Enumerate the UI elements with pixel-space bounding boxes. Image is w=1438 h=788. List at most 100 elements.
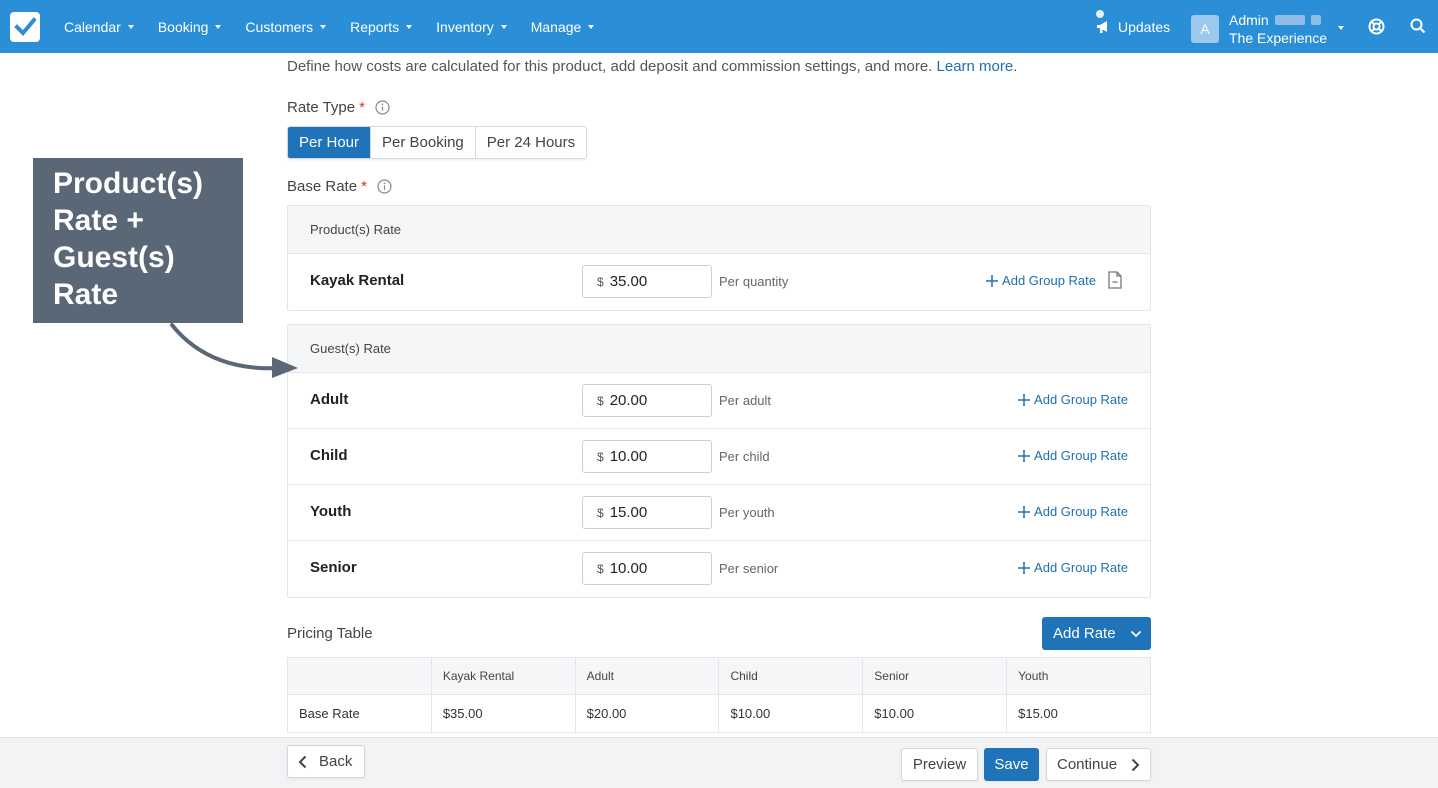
- rate-value: 35.00: [609, 273, 648, 290]
- main-nav: Calendar Booking Customers Reports Inven…: [52, 0, 606, 53]
- nav-reports[interactable]: Reports: [338, 19, 424, 35]
- learn-more-link[interactable]: Learn more: [937, 58, 1014, 75]
- intro-period: .: [1013, 58, 1018, 75]
- add-group-rate-label: Add Group Rate: [1034, 392, 1128, 407]
- intro-text: Define how costs are calculated for this…: [287, 58, 1017, 75]
- company-name: The Experience: [1229, 30, 1328, 46]
- nav-label: Inventory: [436, 18, 494, 35]
- rate-type-label-text: Rate Type: [287, 99, 356, 116]
- rate-row-senior: Senior $10.00 Per senior Add Group Rate: [288, 541, 1150, 597]
- help-lifebuoy-icon[interactable]: [1368, 18, 1385, 35]
- add-group-rate-label: Add Group Rate: [1034, 504, 1128, 519]
- currency-symbol: $: [597, 561, 604, 576]
- table-header-cell: Youth: [1006, 657, 1151, 695]
- rate-type-per-booking[interactable]: Per Booking: [371, 127, 476, 158]
- add-group-rate-button[interactable]: Add Group Rate: [1018, 392, 1128, 407]
- nav-label: Booking: [157, 18, 209, 35]
- info-icon[interactable]: [375, 100, 390, 115]
- annotation-arrow-icon: [170, 323, 298, 378]
- table-header-cell: [287, 657, 432, 695]
- product-rate-header: Product(s) Rate: [288, 206, 1150, 254]
- rate-amount-input[interactable]: $10.00: [582, 440, 712, 473]
- caret-down-icon: [127, 24, 134, 29]
- caret-down-icon: [320, 24, 327, 29]
- add-rate-label: Add Rate: [1053, 625, 1116, 642]
- rate-amount-input[interactable]: $10.00: [582, 552, 712, 585]
- nav-label: Reports: [350, 18, 400, 35]
- product-rate-card: Product(s) Rate Kayak Rental $ 35.00 Per…: [287, 205, 1151, 311]
- search-icon[interactable]: [1410, 18, 1426, 34]
- rate-amount-input[interactable]: $ 35.00: [582, 265, 712, 298]
- chevron-right-icon: [1131, 758, 1140, 771]
- guest-rate-card: Guest(s) Rate Adult $20.00 Per adult Add…: [287, 324, 1151, 598]
- table-cell: $35.00: [431, 694, 576, 733]
- add-group-rate-button[interactable]: Add Group Rate: [986, 273, 1096, 288]
- table-header-cell: Child: [718, 657, 864, 695]
- rate-type-per-hour[interactable]: Per Hour: [288, 127, 372, 158]
- nav-booking[interactable]: Booking: [146, 19, 234, 35]
- rate-amount-input[interactable]: $15.00: [582, 496, 712, 529]
- chevron-left-icon: [298, 755, 307, 768]
- plus-icon: [1018, 393, 1031, 406]
- rate-unit: Per child: [719, 449, 770, 464]
- top-nav-bar: Calendar Booking Customers Reports Inven…: [0, 0, 1438, 53]
- guest-rate-header: Guest(s) Rate: [288, 325, 1150, 373]
- table-header-cell: Adult: [575, 657, 720, 695]
- chevron-down-icon: [1130, 630, 1141, 637]
- back-button[interactable]: Back: [287, 745, 365, 778]
- preview-button[interactable]: Preview: [901, 748, 978, 781]
- nav-calendar[interactable]: Calendar: [52, 19, 146, 35]
- currency-symbol: $: [597, 449, 604, 464]
- rate-name: Child: [310, 447, 348, 464]
- save-button[interactable]: Save: [984, 748, 1039, 781]
- rate-type-per-24-hours[interactable]: Per 24 Hours: [475, 127, 587, 158]
- add-group-rate-button[interactable]: Add Group Rate: [1018, 448, 1128, 463]
- rate-row-child: Child $10.00 Per child Add Group Rate: [288, 429, 1150, 485]
- base-rate-label-text: Base Rate: [287, 178, 358, 195]
- required-marker: *: [361, 178, 367, 195]
- caret-down-icon[interactable]: [1338, 26, 1344, 30]
- info-icon[interactable]: [377, 179, 392, 194]
- rate-value: 15.00: [609, 504, 648, 521]
- rate-name: Kayak Rental: [310, 272, 405, 289]
- table-header-cell: Kayak Rental: [431, 657, 576, 695]
- rate-row-youth: Youth $15.00 Per youth Add Group Rate: [288, 485, 1150, 541]
- footer-bar: Back Preview Save Continue: [0, 737, 1438, 788]
- caret-down-icon: [588, 24, 595, 29]
- add-group-rate-label: Add Group Rate: [1034, 448, 1128, 463]
- nav-label: Customers: [245, 18, 314, 35]
- nav-manage[interactable]: Manage: [519, 19, 607, 35]
- add-group-rate-label: Add Group Rate: [1034, 560, 1128, 575]
- continue-button[interactable]: Continue: [1046, 748, 1151, 781]
- table-cell: $10.00: [718, 694, 864, 733]
- continue-label: Continue: [1057, 756, 1118, 773]
- add-group-rate-button[interactable]: Add Group Rate: [1018, 560, 1128, 575]
- currency-symbol: $: [597, 505, 604, 520]
- plus-icon: [1018, 561, 1031, 574]
- required-marker: *: [359, 99, 365, 116]
- updates-button[interactable]: Updates: [1096, 0, 1170, 53]
- add-rate-button[interactable]: Add Rate: [1042, 617, 1151, 650]
- rate-row-adult: Adult $20.00 Per adult Add Group Rate: [288, 373, 1150, 429]
- table-header-row: Kayak Rental Adult Child Senior Youth: [287, 657, 1151, 695]
- nav-label: Manage: [530, 18, 582, 35]
- rate-unit: Per quantity: [719, 274, 789, 289]
- pricing-table: Kayak Rental Adult Child Senior Youth Ba…: [287, 657, 1151, 733]
- intro-description: Define how costs are calculated for this…: [287, 58, 933, 75]
- caret-down-icon: [406, 24, 413, 29]
- rate-amount-input[interactable]: $20.00: [582, 384, 712, 417]
- annotation-callout: Product(s) Rate + Guest(s) Rate: [33, 158, 243, 323]
- nav-customers[interactable]: Customers: [233, 19, 338, 35]
- app-logo-checkmark-icon[interactable]: [10, 12, 40, 42]
- rate-name: Senior: [310, 559, 357, 576]
- base-rate-label: Base Rate *: [287, 178, 392, 195]
- redacted-block: [1274, 15, 1305, 25]
- rate-value: 10.00: [609, 560, 648, 577]
- add-group-rate-button[interactable]: Add Group Rate: [1018, 504, 1128, 519]
- rate-type-label: Rate Type *: [287, 99, 390, 116]
- user-menu[interactable]: A Admin The Experience: [1191, 11, 1327, 47]
- document-icon[interactable]: [1108, 271, 1122, 289]
- currency-symbol: $: [597, 393, 604, 408]
- rate-type-selector: Per Hour Per Booking Per 24 Hours: [287, 126, 588, 159]
- nav-inventory[interactable]: Inventory: [424, 19, 519, 35]
